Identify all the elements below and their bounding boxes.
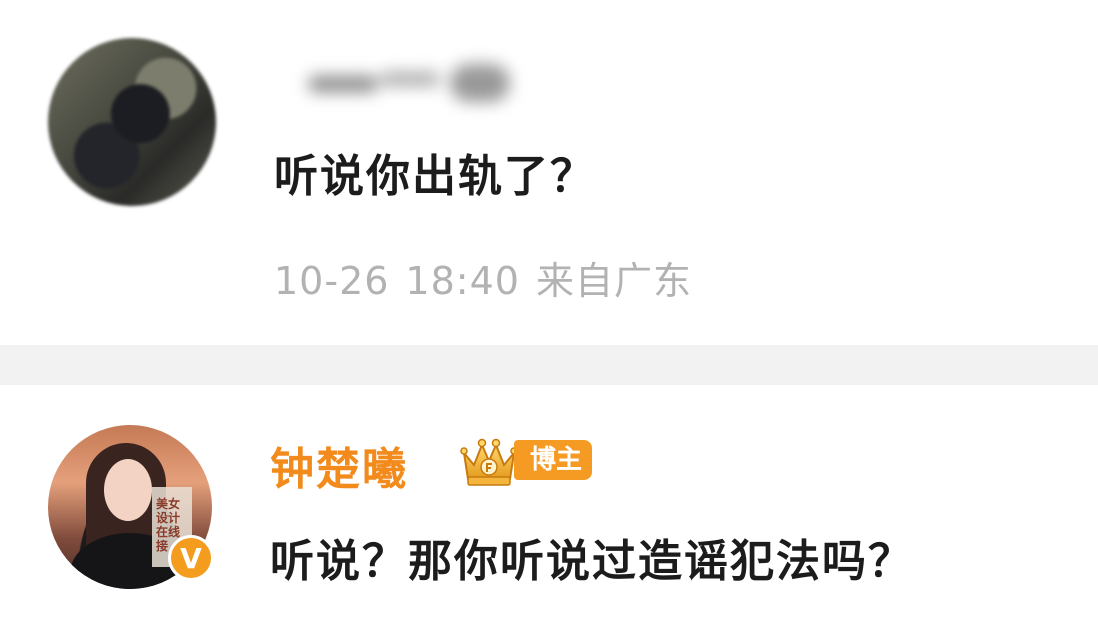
- comment-meta: 10-26 18:40 来自广东: [274, 250, 692, 305]
- comment-list: 听说你出轨了？ 10-2618:40来自广东 美女设计 在线接 V 钟楚曦: [0, 0, 1098, 618]
- comment-date: 10-26: [274, 259, 390, 303]
- section-divider: [0, 345, 1098, 385]
- comment-text: 听说你出轨了？: [274, 151, 596, 202]
- avatar-pixelated[interactable]: [48, 38, 216, 206]
- comment-time: 18:40: [405, 259, 520, 303]
- crown-icon: [460, 438, 518, 486]
- comment-item-2[interactable]: 美女设计 在线接 V 钟楚曦 博主 听说？那你听说过造谣犯法吗？: [0, 385, 1098, 618]
- comment-item-1[interactable]: 听说你出轨了？ 10-26 18:40 来自广东: [0, 0, 1098, 345]
- blogger-badge: 博主: [514, 440, 593, 480]
- verified-icon: V: [168, 535, 214, 581]
- username-blurred[interactable]: [300, 62, 520, 106]
- comment-location: 来自广东: [535, 259, 692, 303]
- username[interactable]: 钟楚曦: [270, 433, 408, 497]
- comment-text: 听说？那你听说过造谣犯法吗？: [270, 536, 914, 587]
